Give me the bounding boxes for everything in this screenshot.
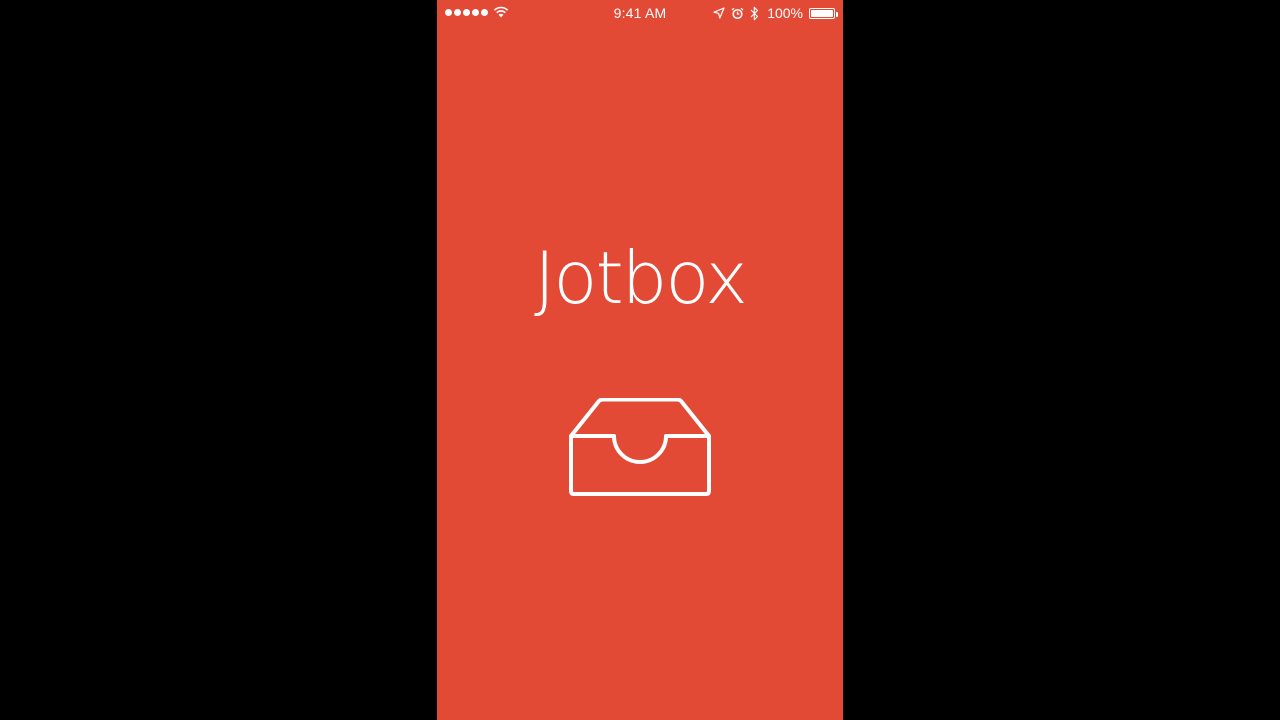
bluetooth-icon — [750, 6, 759, 20]
status-right-group: 100% — [713, 4, 838, 22]
status-bar: 9:41 AM 100% — [437, 0, 843, 26]
alarm-clock-icon — [731, 7, 744, 19]
battery-level — [811, 9, 833, 17]
location-arrow-icon — [713, 7, 725, 19]
inbox-tray-icon — [569, 398, 711, 496]
splash-screen: 9:41 AM 100% Jotbox — [437, 0, 843, 720]
app-title: Jotbox — [534, 236, 748, 320]
battery-percent: 100% — [767, 5, 803, 21]
battery-icon — [809, 7, 838, 19]
letterbox-background: 9:41 AM 100% Jotbox — [0, 0, 1280, 720]
